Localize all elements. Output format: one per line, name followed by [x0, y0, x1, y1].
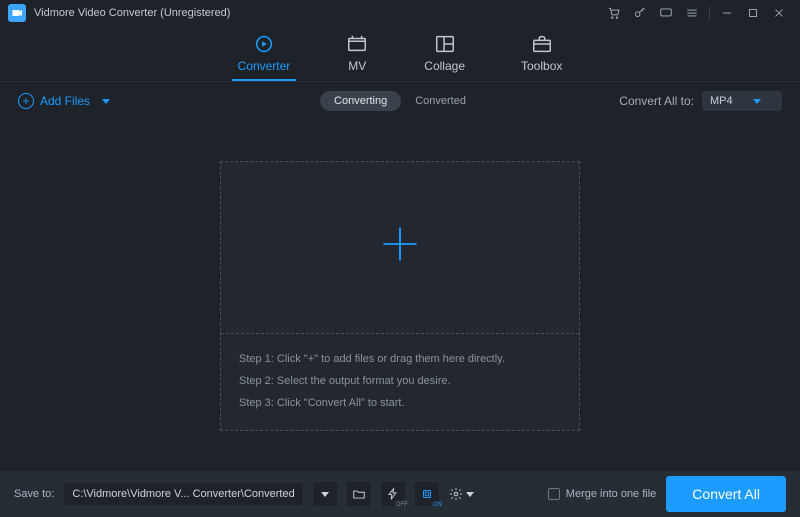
hw-accel-toggle[interactable]: OFF — [381, 482, 405, 506]
cart-icon[interactable] — [601, 0, 627, 26]
output-format-value: MP4 — [710, 95, 733, 107]
convert-all-to-label: Convert All to: — [619, 94, 694, 108]
tab-label: Collage — [424, 59, 465, 73]
add-files-button[interactable]: + Add Files — [18, 93, 110, 109]
collage-icon — [434, 33, 456, 55]
save-to-path-value: C:\Vidmore\Vidmore V... Converter\Conver… — [72, 488, 294, 500]
chevron-down-icon — [102, 99, 110, 104]
workspace: Step 1: Click "+" to add files or drag t… — [0, 120, 800, 471]
checkbox-box — [548, 488, 560, 500]
step-text: Step 1: Click "+" to add files or drag t… — [239, 348, 561, 370]
menu-icon[interactable] — [679, 0, 705, 26]
chevron-down-icon — [466, 492, 474, 497]
add-files-label: Add Files — [40, 94, 90, 108]
seg-converted[interactable]: Converted — [401, 91, 480, 111]
merge-checkbox[interactable]: Merge into one file — [548, 488, 657, 500]
titlebar-divider — [709, 6, 710, 20]
tab-converter[interactable]: Converter — [238, 33, 291, 81]
dropzone: Step 1: Click "+" to add files or drag t… — [220, 161, 580, 431]
feedback-icon[interactable] — [653, 0, 679, 26]
high-speed-toggle[interactable]: ON — [415, 482, 439, 506]
mv-icon — [346, 33, 368, 55]
step-text: Step 2: Select the output format you des… — [239, 370, 561, 392]
maximize-button[interactable] — [740, 0, 766, 26]
seg-converting[interactable]: Converting — [320, 91, 401, 111]
save-to-path-box[interactable]: C:\Vidmore\Vidmore V... Converter\Conver… — [64, 483, 302, 505]
hs-on-badge: ON — [433, 502, 442, 508]
tab-label: Converter — [238, 59, 291, 73]
dropzone-add-area[interactable] — [221, 162, 579, 334]
minimize-button[interactable] — [714, 0, 740, 26]
tab-mv[interactable]: MV — [346, 33, 368, 81]
gear-icon — [449, 487, 463, 501]
bolt-icon — [386, 487, 400, 501]
converter-icon — [253, 33, 275, 55]
open-folder-button[interactable] — [347, 482, 371, 506]
plus-icon — [378, 222, 422, 273]
status-segment: Converting Converted — [320, 91, 480, 111]
window-title: Vidmore Video Converter (Unregistered) — [34, 7, 230, 19]
dropzone-instructions: Step 1: Click "+" to add files or drag t… — [221, 334, 579, 430]
save-to-path-dropdown[interactable] — [313, 482, 337, 506]
close-button[interactable] — [766, 0, 792, 26]
toolbar: + Add Files Converting Converted Convert… — [0, 82, 800, 120]
tab-collage[interactable]: Collage — [424, 33, 465, 81]
merge-label: Merge into one file — [566, 488, 657, 500]
output-format-select[interactable]: MP4 — [702, 91, 782, 111]
chevron-down-icon — [753, 99, 761, 104]
tab-toolbox[interactable]: Toolbox — [521, 33, 562, 81]
main-tabs: Converter MV Collage Toolbox — [0, 26, 800, 82]
step-text: Step 3: Click "Convert All" to start. — [239, 392, 561, 414]
title-bar: Vidmore Video Converter (Unregistered) — [0, 0, 800, 26]
save-to-label: Save to: — [14, 488, 54, 500]
key-icon[interactable] — [627, 0, 653, 26]
footer-bar: Save to: C:\Vidmore\Vidmore V... Convert… — [0, 471, 800, 517]
chevron-down-icon — [321, 492, 329, 497]
tab-label: MV — [348, 59, 366, 73]
tab-label: Toolbox — [521, 59, 562, 73]
app-logo — [8, 4, 26, 22]
toolbox-icon — [531, 33, 553, 55]
plus-circle-icon: + — [18, 93, 34, 109]
chip-icon — [420, 487, 434, 501]
folder-icon — [352, 487, 366, 501]
hw-off-badge: OFF — [396, 502, 408, 508]
convert-all-button[interactable]: Convert All — [666, 476, 786, 512]
settings-button[interactable] — [449, 482, 474, 506]
